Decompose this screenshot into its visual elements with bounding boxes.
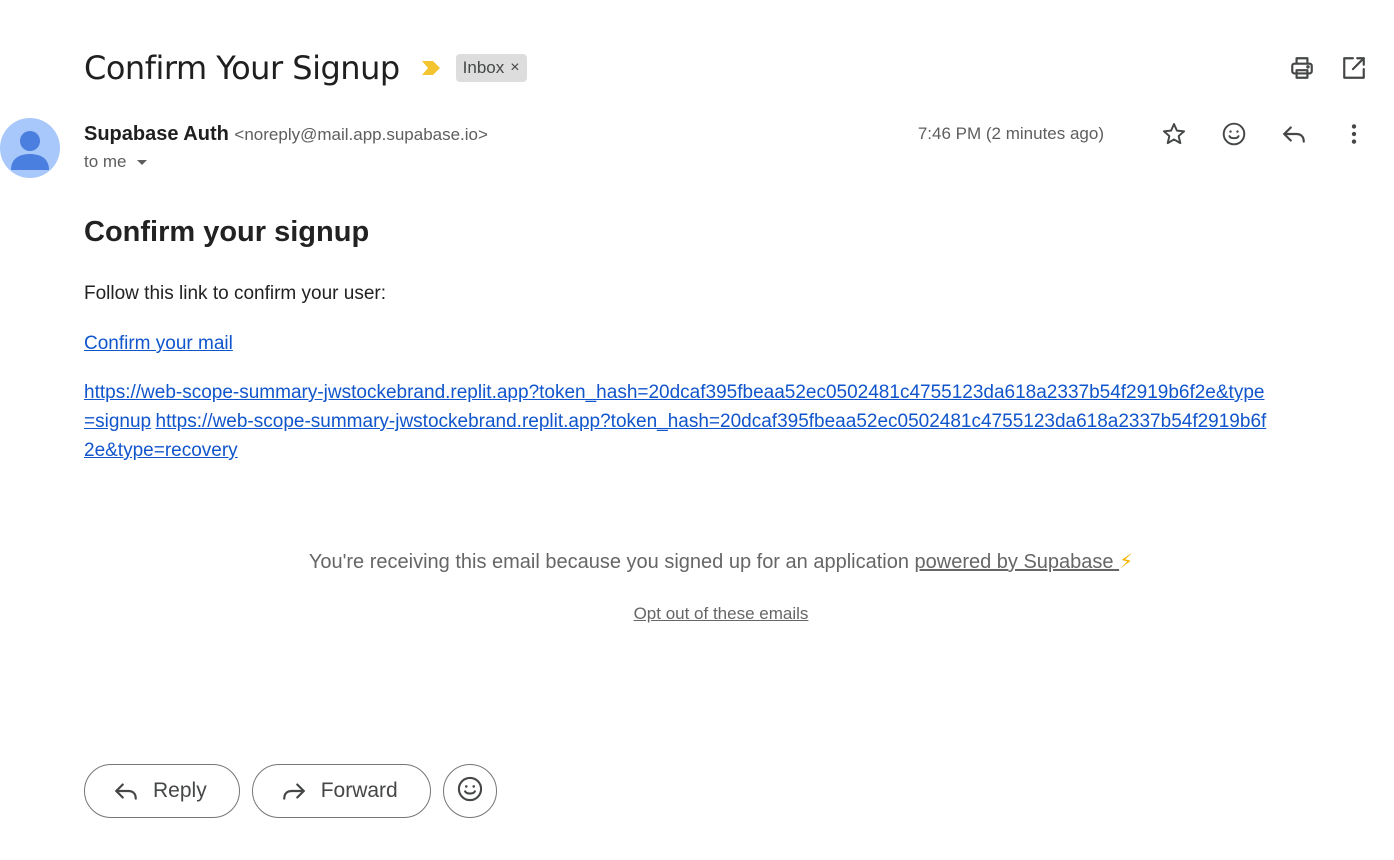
print-icon[interactable]: [1286, 52, 1318, 84]
show-details-dropdown-icon[interactable]: [135, 152, 149, 172]
sender-name[interactable]: Supabase Auth: [84, 123, 229, 145]
reply-arrow-icon: [113, 778, 139, 804]
emoji-reaction-icon[interactable]: [1218, 118, 1250, 150]
confirm-mail-link[interactable]: Confirm your mail: [84, 329, 1334, 358]
remove-label-button[interactable]: ×: [510, 59, 519, 77]
reply-icon[interactable]: [1278, 118, 1310, 150]
body-heading: Confirm your signup: [84, 216, 370, 248]
email-body: Confirm your signup Follow this link to …: [84, 216, 1334, 465]
message-actions: 7:46 PM (2 minutes ago): [918, 118, 1370, 150]
opt-out-link[interactable]: Opt out of these emails: [634, 604, 809, 623]
sender-email: <noreply@mail.app.supabase.io>: [234, 125, 488, 144]
recovery-url-link[interactable]: https://web-scope-summary-jwstockebrand.…: [84, 411, 1266, 461]
recipient-row: to me: [84, 152, 149, 172]
sender-row: Supabase Auth <noreply@mail.app.supabase…: [84, 121, 488, 148]
powered-by-supabase-link[interactable]: powered by Supabase: [915, 551, 1120, 573]
inbox-label-chip: Inbox ×: [455, 54, 527, 82]
url-block: https://web-scope-summary-jwstockebrand.…: [84, 378, 1274, 465]
email-subject: Confirm Your Signup: [84, 49, 400, 87]
open-in-new-window-icon[interactable]: [1338, 52, 1370, 84]
body-intro-text: Follow this link to confirm your user:: [84, 283, 386, 304]
sender-avatar[interactable]: [0, 118, 60, 178]
importance-marker-icon[interactable]: [420, 59, 442, 77]
star-icon[interactable]: [1158, 118, 1190, 150]
top-actions: [1286, 52, 1370, 84]
lightning-bolt-icon: ⚡: [1119, 551, 1134, 573]
emoji-react-button[interactable]: [442, 764, 497, 818]
label-chip-text: Inbox: [462, 58, 505, 77]
recipient-text: to me: [84, 152, 127, 171]
subject-row: Confirm Your Signup Inbox ×: [84, 44, 527, 92]
email-view: Confirm Your Signup Inbox × Supabase Aut…: [0, 0, 1394, 860]
footer-notice-text: You're receiving this email because you …: [308, 551, 915, 573]
forward-button-label: Forward: [320, 779, 398, 802]
reply-button[interactable]: Reply: [84, 764, 240, 818]
opt-out-row: Opt out of these emails: [0, 604, 1394, 624]
forward-button[interactable]: Forward: [251, 764, 431, 818]
forward-arrow-icon: [281, 778, 307, 804]
more-vert-icon[interactable]: [1338, 118, 1370, 150]
bottom-actions: Reply Forward: [84, 764, 497, 818]
emoji-icon: [456, 775, 484, 808]
footer-notice: You're receiving this email because you …: [0, 549, 1394, 574]
reply-button-label: Reply: [153, 779, 207, 802]
message-timestamp: 7:46 PM (2 minutes ago): [917, 124, 1104, 143]
